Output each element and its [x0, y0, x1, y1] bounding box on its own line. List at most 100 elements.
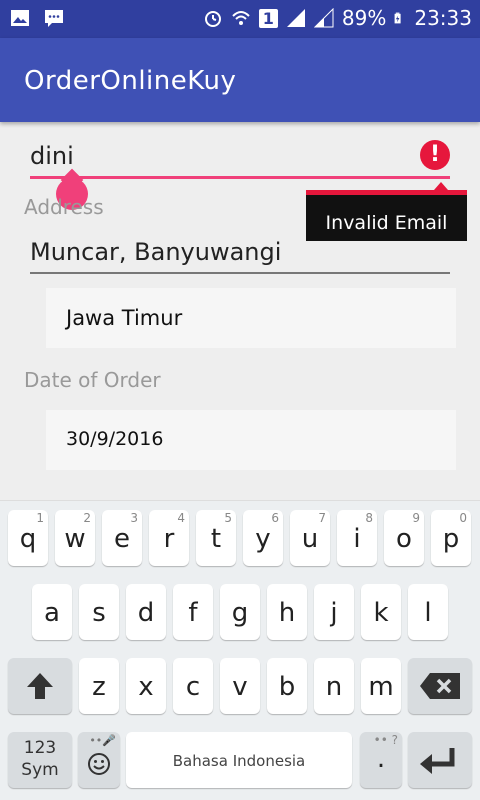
key-label: g — [231, 598, 249, 628]
app-bar: OrderOnlineKuy — [0, 38, 480, 122]
key-r[interactable]: 4r — [149, 510, 189, 566]
key-hint: 1 — [36, 511, 44, 525]
key-label: v — [232, 672, 248, 702]
key-label: u — [301, 524, 319, 554]
battery-percent: 89% — [341, 6, 387, 30]
key-label: n — [325, 672, 343, 702]
alarm-icon — [204, 11, 221, 27]
key-k[interactable]: k — [361, 584, 401, 640]
key-b[interactable]: b — [267, 658, 307, 714]
key-label: i — [353, 524, 361, 554]
key-label: c — [185, 672, 201, 702]
key-label: l — [424, 598, 432, 628]
key-a[interactable]: a — [32, 584, 72, 640]
key-f[interactable]: f — [173, 584, 213, 640]
sim-indicator: 1 — [258, 8, 278, 28]
message-notification-icon — [45, 10, 63, 27]
key-label: d — [137, 598, 155, 628]
status-bar: 1 89% 23:33 — [0, 0, 480, 38]
key-l[interactable]: l — [408, 584, 448, 640]
key-i[interactable]: 8i — [337, 510, 377, 566]
emoji-key[interactable]: ••🎤 — [78, 732, 120, 788]
key-label: x — [138, 672, 154, 702]
key-v[interactable]: v — [220, 658, 260, 714]
key-t[interactable]: 5t — [196, 510, 236, 566]
key-g[interactable]: g — [220, 584, 260, 640]
key-hint: 5 — [224, 511, 232, 525]
key-hint: 6 — [271, 511, 279, 525]
notification-icons — [10, 8, 64, 28]
image-notification-icon — [11, 10, 29, 26]
date-label: Date of Order — [24, 368, 161, 392]
key-w[interactable]: 2w — [55, 510, 95, 566]
key-e[interactable]: 3e — [102, 510, 142, 566]
email-field[interactable]: dini — [30, 142, 74, 170]
email-field-underline — [30, 176, 450, 179]
key-hint: 3 — [130, 511, 138, 525]
key-label: q — [19, 524, 37, 554]
province-value: Jawa Timur — [66, 306, 183, 330]
app-title: OrderOnlineKuy — [24, 66, 237, 96]
backspace-icon — [420, 673, 460, 699]
key-label: f — [188, 598, 198, 628]
key-y[interactable]: 6y — [243, 510, 283, 566]
key-n[interactable]: n — [314, 658, 354, 714]
key-h[interactable]: h — [267, 584, 307, 640]
address-field[interactable]: Muncar, Banyuwangi — [30, 238, 281, 266]
key-z[interactable]: z — [79, 658, 119, 714]
key-q[interactable]: 1q — [8, 510, 48, 566]
key-c[interactable]: c — [173, 658, 213, 714]
key-hint: 8 — [365, 511, 373, 525]
key-label: h — [278, 598, 296, 628]
key-label: j — [330, 598, 338, 628]
key-o[interactable]: 9o — [384, 510, 424, 566]
date-picker-field[interactable]: 30/9/2016 — [46, 410, 456, 470]
key-hint: 4 — [177, 511, 185, 525]
key-label: o — [396, 524, 412, 554]
key-m[interactable]: m — [361, 658, 401, 714]
key-d[interactable]: d — [126, 584, 166, 640]
period-key[interactable]: •• ? . — [360, 732, 402, 788]
error-tooltip: Invalid Email — [306, 182, 467, 241]
key-s[interactable]: s — [79, 584, 119, 640]
wifi-icon — [232, 11, 250, 25]
key-label: p — [442, 524, 460, 554]
key-hint: 7 — [318, 511, 326, 525]
key-label: s — [92, 598, 106, 628]
key-label: t — [210, 524, 222, 554]
clock: 23:33 — [414, 6, 472, 30]
error-icon: ! — [420, 140, 450, 170]
key-p[interactable]: 0p — [431, 510, 471, 566]
key-label: z — [92, 672, 106, 702]
enter-arrow-icon — [420, 748, 455, 774]
key-hint: 0 — [459, 511, 467, 525]
key-label: w — [64, 524, 86, 554]
key-u[interactable]: 7u — [290, 510, 330, 566]
mic-hint-icon: ••🎤 — [89, 734, 116, 747]
key-label: e — [114, 524, 130, 554]
key-label: r — [163, 524, 175, 554]
key-hint: 9 — [412, 511, 420, 525]
signal-strong-icon — [286, 9, 305, 27]
backspace-key[interactable] — [408, 658, 472, 714]
key-label: m — [368, 672, 394, 702]
system-icons: 1 89% 23:33 — [203, 6, 472, 30]
key-label: a — [44, 598, 60, 628]
shift-key[interactable] — [8, 658, 72, 714]
space-key-label: Bahasa Indonesia — [172, 752, 306, 770]
space-key[interactable]: Bahasa Indonesia — [126, 732, 352, 788]
key-hint: 2 — [83, 511, 91, 525]
symbols-key[interactable]: 123 Sym — [8, 732, 72, 788]
smiley-icon — [88, 753, 110, 775]
signal-weak-icon — [313, 8, 334, 28]
key-x[interactable]: x — [126, 658, 166, 714]
key-label: k — [373, 598, 389, 628]
address-field-underline — [30, 272, 450, 274]
shift-arrow-icon — [27, 673, 53, 699]
province-dropdown[interactable]: Jawa Timur — [46, 288, 456, 348]
address-label: Address — [24, 195, 104, 219]
key-label: b — [278, 672, 296, 702]
battery-charging-icon — [394, 12, 401, 24]
key-j[interactable]: j — [314, 584, 354, 640]
enter-key[interactable] — [408, 732, 472, 788]
